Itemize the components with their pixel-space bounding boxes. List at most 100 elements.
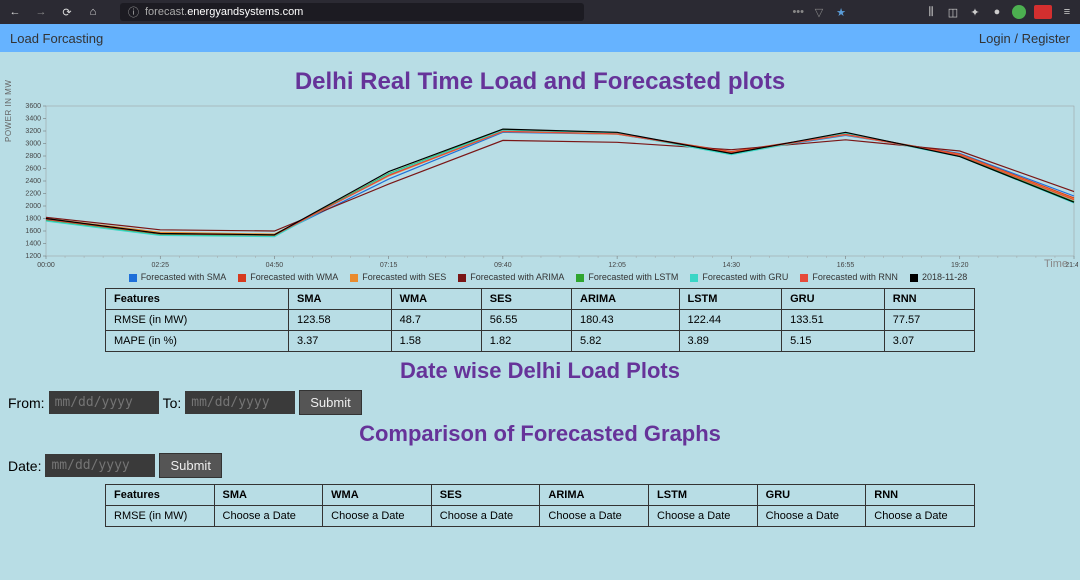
from-label: From: <box>8 395 45 411</box>
submit-date-button[interactable]: Submit <box>159 453 221 478</box>
svg-text:1600: 1600 <box>25 228 41 235</box>
legend-item: Forecasted with RNN <box>796 272 898 282</box>
table-cell: Choose a Date <box>757 506 866 527</box>
table-header: RNN <box>884 289 974 310</box>
to-date-input[interactable] <box>185 391 295 414</box>
svg-text:3200: 3200 <box>25 128 41 135</box>
svg-text:2400: 2400 <box>25 178 41 185</box>
svg-text:1200: 1200 <box>25 253 41 260</box>
table-cell: 56.55 <box>481 310 571 331</box>
table-header: SMA <box>214 485 323 506</box>
table-cell: RMSE (in MW) <box>106 506 215 527</box>
main-chart-title: Delhi Real Time Load and Forecasted plot… <box>6 68 1074 96</box>
ext-icon-green[interactable] <box>1012 5 1026 19</box>
page-content: Delhi Real Time Load and Forecasted plot… <box>0 52 1080 541</box>
home-button[interactable]: ⌂ <box>84 3 102 21</box>
table-header: ARIMA <box>572 289 680 310</box>
svg-text:3600: 3600 <box>25 103 41 110</box>
table-header: GRU <box>782 289 885 310</box>
legend-swatch <box>350 274 358 282</box>
url-domain: energyandsystems.com <box>187 6 303 18</box>
legend-swatch <box>458 274 466 282</box>
forward-button[interactable]: → <box>32 3 50 21</box>
table-header: Features <box>106 485 215 506</box>
svg-text:2200: 2200 <box>25 191 41 198</box>
brand-title: Load Forcasting <box>10 31 103 46</box>
legend-item: Forecasted with WMA <box>234 272 338 282</box>
table-cell: Choose a Date <box>866 506 975 527</box>
toolbar-right: ••• ▽ ★ ⫼ ◫ ✦ ● ≡ <box>792 5 1074 19</box>
table-row: MAPE (in %)3.371.581.825.823.895.153.07 <box>106 331 975 352</box>
svg-text:3000: 3000 <box>25 141 41 148</box>
table-header: WMA <box>323 485 432 506</box>
url-bar[interactable]: ⓘ forecast.energyandsystems.com <box>120 3 584 21</box>
back-button[interactable]: ← <box>6 3 24 21</box>
y-axis-label: POWER IN MW <box>4 80 13 142</box>
ext-icon-1[interactable]: ✦ <box>968 5 982 19</box>
svg-text:2000: 2000 <box>25 203 41 210</box>
svg-text:16:55: 16:55 <box>837 262 855 269</box>
from-date-input[interactable] <box>49 391 159 414</box>
url-prefix: forecast. <box>145 6 187 18</box>
date-input[interactable] <box>45 454 155 477</box>
ext-icon-2[interactable]: ● <box>990 5 1004 19</box>
table-cell: 48.7 <box>391 310 481 331</box>
table-cell: 5.15 <box>782 331 885 352</box>
chart-series <box>46 130 1074 236</box>
table-cell: Choose a Date <box>214 506 323 527</box>
chart-series <box>46 130 1074 236</box>
x-axis-label: Time <box>1044 258 1068 270</box>
legend-item: Forecasted with LSTM <box>572 272 678 282</box>
single-date-form: Date: Submit <box>8 453 1072 478</box>
table-cell: RMSE (in MW) <box>106 310 289 331</box>
table-header: SES <box>431 485 540 506</box>
table-header: LSTM <box>649 485 758 506</box>
shield-icon[interactable]: ▽ <box>812 5 826 19</box>
legend-swatch <box>800 274 808 282</box>
svg-text:2800: 2800 <box>25 153 41 160</box>
bookmark-star-icon[interactable]: ★ <box>834 5 848 19</box>
reload-button[interactable]: ⟳ <box>58 3 76 21</box>
table-cell: 122.44 <box>679 310 782 331</box>
table-row: RMSE (in MW)123.5848.756.55180.43122.441… <box>106 310 975 331</box>
login-link[interactable]: Login <box>979 31 1011 46</box>
table-header: SES <box>481 289 571 310</box>
menu-icon[interactable]: ≡ <box>1060 5 1074 19</box>
svg-text:2600: 2600 <box>25 166 41 173</box>
comparison-title: Comparison of Forecasted Graphs <box>6 421 1074 447</box>
register-link[interactable]: Register <box>1022 31 1070 46</box>
table-cell: 123.58 <box>289 310 392 331</box>
table-cell: 3.89 <box>679 331 782 352</box>
table-cell: 3.37 <box>289 331 392 352</box>
svg-text:12:05: 12:05 <box>608 262 626 269</box>
datewise-title: Date wise Delhi Load Plots <box>6 358 1074 384</box>
more-icon[interactable]: ••• <box>792 6 804 18</box>
svg-text:1800: 1800 <box>25 216 41 223</box>
legend-swatch <box>238 274 246 282</box>
chart-legend: Forecasted with SMA Forecasted with WMA Fo… <box>18 272 1074 282</box>
svg-text:14:30: 14:30 <box>723 262 741 269</box>
legend-swatch <box>690 274 698 282</box>
table-cell: Choose a Date <box>540 506 649 527</box>
sidebar-icon[interactable]: ◫ <box>946 5 960 19</box>
table-header: Features <box>106 289 289 310</box>
table-cell: 77.57 <box>884 310 974 331</box>
ext-icon-red[interactable] <box>1034 5 1052 19</box>
table-cell: 1.58 <box>391 331 481 352</box>
table-cell: Choose a Date <box>323 506 432 527</box>
table-cell: 5.82 <box>572 331 680 352</box>
metrics-table: FeaturesSMAWMASESARIMALSTMGRURNNRMSE (in… <box>105 288 975 352</box>
library-icon[interactable]: ⫼ <box>924 5 938 19</box>
table-cell: 1.82 <box>481 331 571 352</box>
main-chart: POWER IN MW 1200140016001800200022002400… <box>6 102 1074 282</box>
info-icon: ⓘ <box>128 4 139 20</box>
svg-text:02:25: 02:25 <box>151 262 169 269</box>
table-cell: MAPE (in %) <box>106 331 289 352</box>
legend-item: Forecasted with SMA <box>125 272 227 282</box>
table-row: RMSE (in MW)Choose a DateChoose a DateCh… <box>106 506 975 527</box>
submit-range-button[interactable]: Submit <box>299 390 361 415</box>
legend-item: Forecasted with SES <box>346 272 446 282</box>
to-label: To: <box>163 395 182 411</box>
table-cell: 133.51 <box>782 310 885 331</box>
legend-item: Forecasted with ARIMA <box>454 272 564 282</box>
